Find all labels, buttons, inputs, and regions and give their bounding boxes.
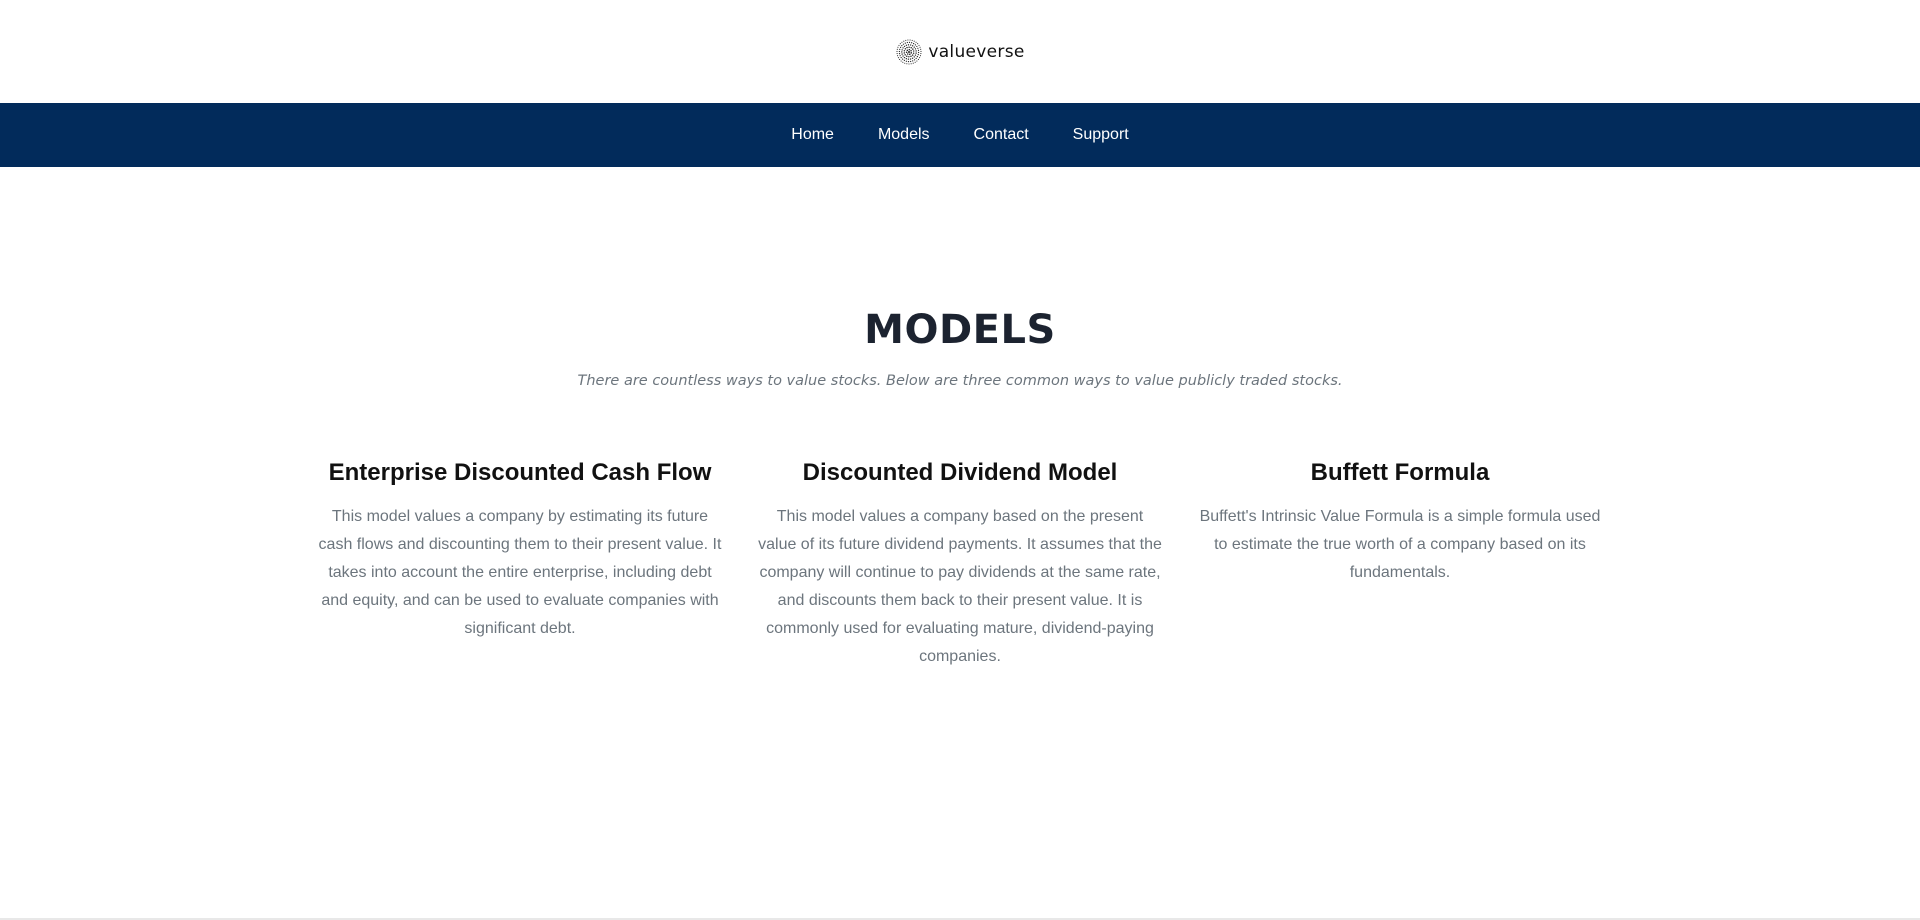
model-description: This model values a company based on the…: [758, 507, 1162, 665]
nav-item-models[interactable]: Models: [878, 126, 930, 144]
models-section: MODELS There are countless ways to value…: [0, 310, 1920, 671]
nav-item-home[interactable]: Home: [791, 126, 834, 144]
brand-logo[interactable]: valueverse: [895, 38, 1024, 66]
model-description: Buffett's Intrinsic Value Formula is a s…: [1199, 507, 1601, 581]
model-card-enterprise-dcf: Enterprise Discounted Cash Flow This mod…: [310, 459, 730, 671]
page-title: MODELS: [864, 307, 1056, 353]
model-title: Discounted Dividend Model: [802, 459, 1118, 486]
model-title: Buffett Formula: [1310, 459, 1490, 486]
page-subtitle: There are countless ways to value stocks…: [577, 373, 1343, 389]
main-nav: Home Models Contact Support: [0, 103, 1920, 167]
model-card-buffett-formula: Buffett Formula Buffett's Intrinsic Valu…: [1190, 459, 1610, 671]
model-title: Enterprise Discounted Cash Flow: [328, 459, 712, 486]
site-header: valueverse: [0, 0, 1920, 103]
brand-name: valueverse: [928, 41, 1025, 62]
nav-item-contact[interactable]: Contact: [974, 126, 1029, 144]
models-list: Enterprise Discounted Cash Flow This mod…: [0, 459, 1920, 671]
model-description: This model values a company by estimatin…: [318, 507, 722, 637]
dotted-globe-logo-icon: [896, 39, 922, 65]
model-card-discounted-dividend: Discounted Dividend Model This model val…: [750, 459, 1170, 671]
nav-item-support[interactable]: Support: [1073, 126, 1129, 144]
